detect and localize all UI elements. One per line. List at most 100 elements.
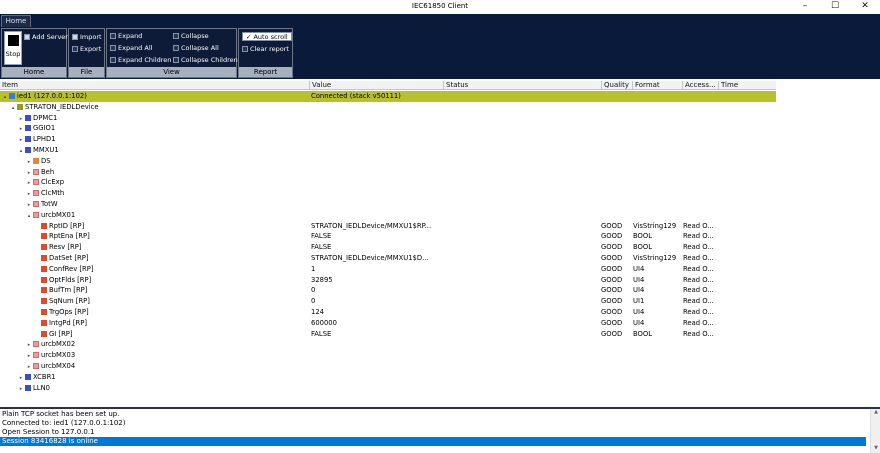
- auto-scroll-toggle[interactable]: ✓ Auto scroll: [242, 32, 292, 41]
- node-name: ClcMth: [41, 189, 65, 198]
- tree-row[interactable]: ConfRev [RP] 1 GOOD UI4 Read O...: [0, 264, 776, 275]
- tree-row[interactable]: BufTm [RP] 0 GOOD UI4 Read O...: [0, 285, 776, 296]
- tree-row[interactable]: ▴ urcbMX01: [0, 210, 776, 221]
- tree-row[interactable]: Resv [RP] FALSE GOOD BOOL Read O...: [0, 242, 776, 253]
- node-name: TotW: [41, 200, 58, 208]
- tree-row[interactable]: ▸ urcbMX03: [0, 350, 776, 361]
- expand-children-button[interactable]: Expand Children: [110, 56, 171, 64]
- expand-button[interactable]: Expand: [110, 32, 142, 40]
- node-name: GI [RP]: [49, 329, 73, 338]
- title-bar: IEC61850 Client – ☐ ✕: [0, 0, 880, 14]
- node-access: Read O...: [683, 308, 714, 316]
- tree-item-cell: ConfRev [RP]: [34, 264, 307, 275]
- node-type-icon: [33, 363, 39, 369]
- node-name: IntgPd [RP]: [49, 318, 87, 327]
- column-status[interactable]: Status: [443, 81, 601, 90]
- tree-row[interactable]: DatSet [RP] STRATON_IEDLDevice/MMXU1$D...…: [0, 253, 776, 264]
- log-scrollbar[interactable]: ▲ ▼: [870, 409, 880, 453]
- node-format: UI4: [633, 318, 645, 327]
- add-server-button[interactable]: Add Server: [24, 33, 68, 41]
- collapse-button[interactable]: Collapse: [173, 32, 209, 40]
- node-format: BOOL: [633, 329, 653, 338]
- group-label-view: View: [107, 67, 236, 77]
- node-name: Beh: [41, 167, 55, 176]
- collapse-icon: [173, 33, 179, 39]
- node-value: STRATON_IEDLDevice/MMXU1$D...: [311, 254, 429, 262]
- log-line[interactable]: Plain TCP socket has been set up.: [2, 410, 868, 419]
- maximize-button[interactable]: ☐: [820, 0, 850, 14]
- scroll-down-icon[interactable]: ▼: [871, 445, 880, 453]
- node-name: MMXU1: [33, 146, 59, 154]
- expand-arrow-icon[interactable]: ▸: [18, 384, 24, 395]
- tree-row[interactable]: ▴ ied1 (127.0.0.1:102) Connected (stack v5…: [0, 91, 776, 102]
- tree-row[interactable]: ▸ LLN0: [0, 383, 776, 394]
- stop-button[interactable]: Stop: [4, 31, 22, 65]
- node-type-icon: [25, 114, 31, 121]
- column-time[interactable]: Time: [718, 81, 776, 90]
- tree-item-cell: BufTm [RP]: [34, 285, 307, 296]
- node-quality: GOOD: [601, 329, 623, 338]
- tree-grid[interactable]: Item Value Status Quality Format Access.…: [0, 81, 880, 407]
- node-quality: GOOD: [601, 264, 623, 273]
- tree-row[interactable]: ▸ ClcMth: [0, 188, 776, 199]
- node-name: RptID [RP]: [49, 221, 85, 230]
- clear-report-button[interactable]: Clear report: [242, 45, 289, 53]
- column-format[interactable]: Format: [632, 81, 682, 90]
- collapse-all-button[interactable]: Collapse All: [173, 44, 219, 52]
- export-button[interactable]: Export: [72, 45, 101, 53]
- column-value[interactable]: Value: [309, 81, 443, 90]
- close-button[interactable]: ✕: [850, 0, 880, 14]
- tree-row[interactable]: ▸ LPHD1: [0, 134, 776, 145]
- tree-row[interactable]: GI [RP] FALSE GOOD BOOL Read O...: [0, 329, 776, 340]
- column-access[interactable]: Access...: [682, 81, 718, 90]
- tree-row[interactable]: ▸ DPMC1: [0, 113, 776, 124]
- node-quality: GOOD: [601, 254, 623, 262]
- collapse-children-button[interactable]: Collapse Children: [173, 56, 238, 64]
- node-type-icon: [33, 157, 39, 164]
- group-label-home: Home: [2, 67, 66, 77]
- node-type-icon: [25, 136, 31, 143]
- node-type-icon: [41, 244, 47, 251]
- tree-row[interactable]: RptEna [RP] FALSE GOOD BOOL Read O...: [0, 231, 776, 242]
- tree-row[interactable]: ▸ urcbMX02: [0, 339, 776, 350]
- tree-row[interactable]: ▴ MMXU1: [0, 145, 776, 156]
- tree-row[interactable]: ▸ ClcExp: [0, 177, 776, 188]
- tree-row[interactable]: ▸ GGIO1: [0, 123, 776, 134]
- server-icon: [9, 93, 15, 99]
- tree-row[interactable]: ▸ Beh: [0, 167, 776, 178]
- node-name: BufTm [RP]: [49, 286, 88, 295]
- tree-row[interactable]: ▴ STRATON_IEDLDevice: [0, 102, 776, 113]
- tree-row[interactable]: ▸ XCBR1: [0, 372, 776, 383]
- node-type-icon: [33, 211, 39, 218]
- column-quality[interactable]: Quality: [601, 81, 632, 90]
- column-item[interactable]: Item: [0, 81, 309, 90]
- window-title: IEC61850 Client: [411, 2, 469, 10]
- scroll-up-icon[interactable]: ▲: [871, 409, 880, 417]
- tree-row[interactable]: SqNum [RP] 0 GOOD UI1 Read O...: [0, 296, 776, 307]
- tree-item-cell: DatSet [RP]: [34, 253, 307, 264]
- node-format: UI4: [633, 286, 645, 295]
- tree-row[interactable]: OptFlds [RP] 32895 GOOD UI4 Read O...: [0, 275, 776, 286]
- tree-row[interactable]: TrgOps [RP] 124 GOOD UI4 Read O...: [0, 307, 776, 318]
- minimize-button[interactable]: –: [790, 0, 820, 14]
- expand-children-icon: [110, 57, 116, 63]
- log-line[interactable]: Session 83416828 is online: [0, 437, 866, 446]
- expand-all-button[interactable]: Expand All: [110, 44, 152, 52]
- tab-home[interactable]: Home: [1, 15, 31, 27]
- import-button[interactable]: Import: [72, 33, 102, 41]
- node-value: 32895: [311, 275, 333, 284]
- tree-row[interactable]: ▸ urcbMX04: [0, 361, 776, 372]
- log-line[interactable]: Connected to: ied1 (127.0.0.1:102): [2, 419, 868, 428]
- log-line[interactable]: Open Session to 127.0.0.1: [2, 428, 868, 437]
- node-name: SqNum [RP]: [49, 297, 90, 306]
- tree-item-cell: GI [RP]: [34, 329, 307, 340]
- log-pane[interactable]: Plain TCP socket has been set up. Connect…: [0, 407, 880, 453]
- tree-row[interactable]: RptID [RP] STRATON_IEDLDevice/MMXU1$RP...…: [0, 221, 776, 232]
- node-type-icon: [41, 222, 47, 229]
- tree-item-cell: ▸ LLN0: [18, 383, 307, 395]
- tree-row[interactable]: ▸ TotW: [0, 199, 776, 210]
- tree-row[interactable]: ▸ DS: [0, 156, 776, 167]
- node-access: Read O...: [683, 329, 714, 338]
- tree-row[interactable]: IntgPd [RP] 600000 GOOD UI4 Read O...: [0, 318, 776, 329]
- group-label-report: Report: [239, 67, 292, 77]
